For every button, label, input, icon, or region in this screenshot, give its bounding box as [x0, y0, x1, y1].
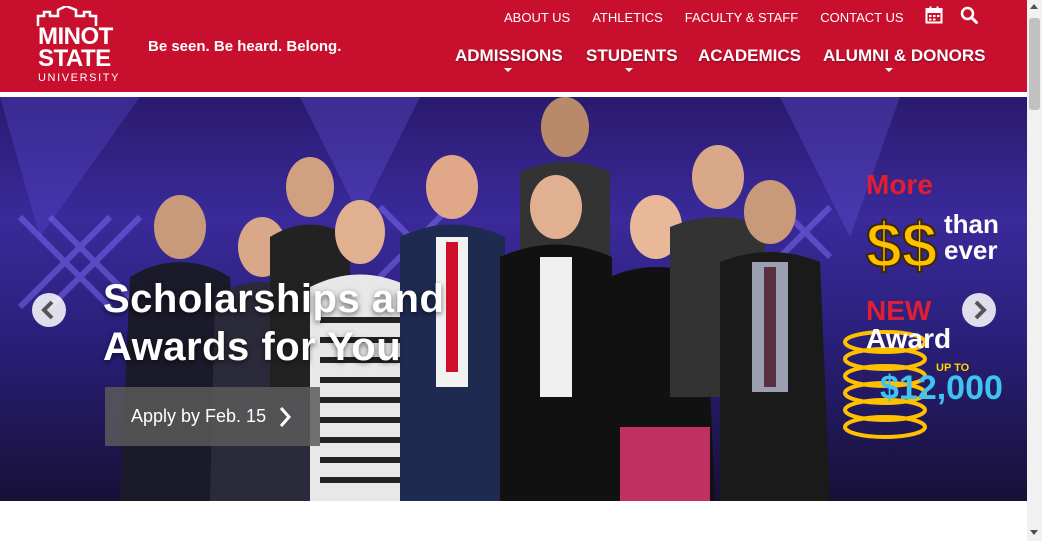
caret-down-icon [504, 68, 512, 72]
calendar-icon[interactable] [925, 6, 945, 26]
util-link-athletics[interactable]: ATHLETICS [592, 10, 663, 25]
page: MINOT STATE UNIVERSITY Be seen. Be heard… [0, 0, 1042, 541]
util-link-about-us[interactable]: ABOUT US [504, 10, 570, 25]
promo-more-text: More [866, 169, 933, 200]
apply-button[interactable]: Apply by Feb. 15 [105, 387, 320, 446]
nav-item-alumni-donors[interactable]: ALUMNI & DONORS [823, 46, 986, 72]
promo-amount-text: $12,000 [880, 369, 1003, 407]
util-link-faculty-staff[interactable]: FACULTY & STAFF [685, 10, 798, 25]
site-header: MINOT STATE UNIVERSITY Be seen. Be heard… [0, 0, 1027, 92]
scrollbar-thumb[interactable] [1029, 18, 1040, 110]
nav-item-admissions[interactable]: ADMISSIONS [455, 46, 563, 72]
nav-item-academics-label: ACADEMICS [698, 46, 801, 65]
hero-title: Scholarships and Awards for You [103, 275, 444, 371]
util-link-contact-us[interactable]: CONTACT US [820, 10, 903, 25]
promo-award-text: Award [866, 323, 952, 354]
nav-item-alumni-donors-label: ALUMNI & DONORS [823, 46, 986, 65]
scroll-up-arrow-icon[interactable] [1030, 4, 1038, 9]
apply-button-label: Apply by Feb. 15 [131, 406, 267, 426]
caret-down-icon [625, 68, 633, 72]
nav-item-admissions-label: ADMISSIONS [455, 46, 563, 65]
nav-item-students[interactable]: STUDENTS [586, 46, 678, 72]
promo-ever: ever [944, 235, 998, 265]
carousel-prev-button[interactable] [32, 293, 66, 327]
svg-text:$$: $$ [866, 209, 937, 281]
promo-than: than [944, 209, 999, 239]
hero-title-line-2: Awards for You [103, 325, 402, 369]
promo-than-ever-text: than ever [944, 211, 999, 263]
hero-title-line-1: Scholarships and [103, 277, 445, 321]
vertical-scrollbar[interactable] [1027, 0, 1042, 541]
nav-item-academics[interactable]: ACADEMICS [698, 46, 801, 66]
msu-logo[interactable]: MINOT STATE UNIVERSITY [36, 6, 120, 86]
nav-item-students-label: STUDENTS [586, 46, 678, 65]
utility-nav: ABOUT US ATHLETICS FACULTY & STAFF CONTA… [504, 8, 926, 26]
carousel-next-button[interactable] [962, 293, 996, 327]
chevron-right-icon [279, 407, 292, 427]
hero-carousel: $$ Scholarships and Awards for You Apply… [0, 97, 1027, 501]
search-icon[interactable] [960, 6, 980, 26]
chevron-right-icon [974, 300, 987, 320]
logo-line-state: STATE [38, 45, 111, 72]
caret-down-icon [885, 68, 893, 72]
chevron-left-icon [41, 300, 54, 320]
logo-wordmark: MINOT STATE [38, 25, 113, 72]
scroll-down-arrow-icon[interactable] [1030, 530, 1038, 535]
logo-line-university: UNIVERSITY [38, 72, 121, 84]
brand-tagline: Be seen. Be heard. Belong. [148, 38, 342, 55]
